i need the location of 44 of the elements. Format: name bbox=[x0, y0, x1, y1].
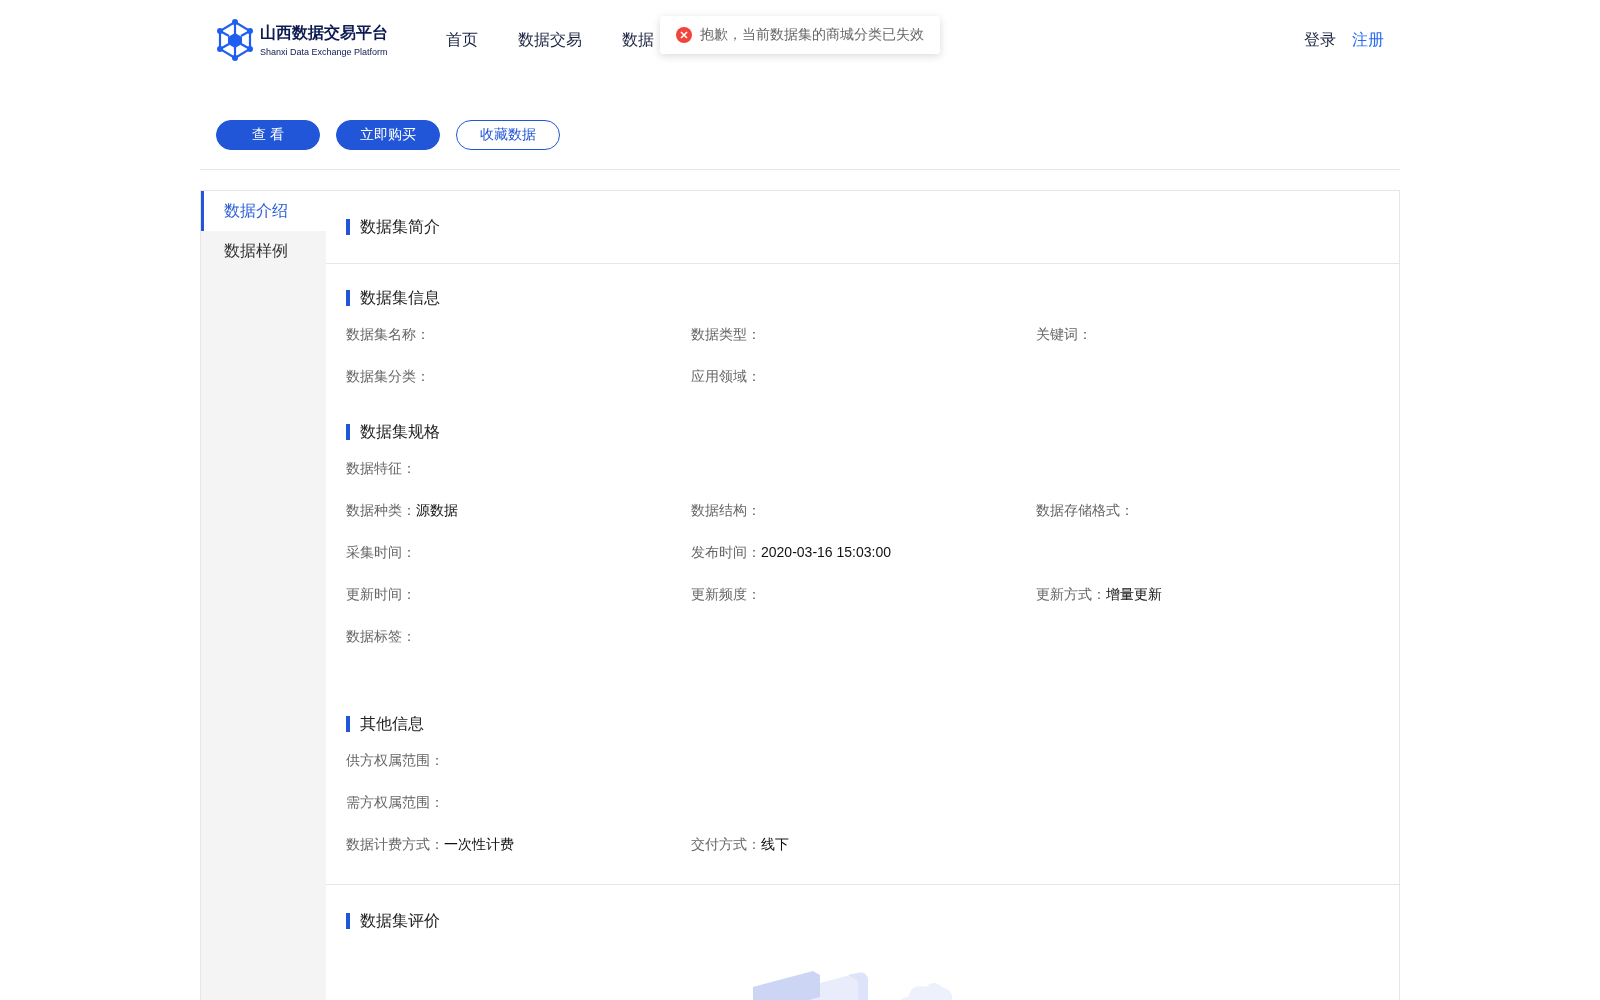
sidebar-tab[interactable]: 数据介绍 bbox=[201, 191, 326, 231]
section-marker bbox=[346, 219, 350, 235]
error-close-icon bbox=[676, 27, 692, 43]
field-text: 交付方式：线下 bbox=[691, 836, 790, 854]
field-text: 数据标签： bbox=[346, 628, 417, 646]
field-text: 采集时间： bbox=[346, 544, 417, 562]
action-button[interactable]: 立即购买 bbox=[336, 120, 440, 150]
section-title: 数据集简介 bbox=[360, 216, 440, 237]
action-button[interactable]: 查 看 bbox=[216, 120, 320, 150]
section-title: 数据集评价 bbox=[360, 910, 440, 931]
hexagon-network-logo-icon bbox=[216, 19, 254, 61]
field-text: 需方权属范围： bbox=[346, 794, 445, 812]
sidebar-tab[interactable]: 数据样例 bbox=[201, 231, 326, 271]
section-marker bbox=[346, 913, 350, 929]
field-text: 更新方式：增量更新 bbox=[1036, 586, 1163, 604]
field-text: 数据结构： bbox=[691, 502, 762, 520]
toast-message: 抱歉，当前数据集的商城分类已失效 bbox=[700, 26, 924, 44]
field-text: 数据集名称： bbox=[346, 326, 431, 344]
register-link[interactable]: 注册 bbox=[1352, 29, 1384, 51]
section-marker bbox=[346, 424, 350, 440]
logo-subtitle: Shanxi Data Exchange Platform bbox=[260, 47, 388, 57]
field-text: 关键词： bbox=[1036, 326, 1093, 344]
field-text: 更新时间： bbox=[346, 586, 417, 604]
field-text: 数据种类：源数据 bbox=[346, 502, 459, 520]
login-link[interactable]: 登录 bbox=[1304, 29, 1336, 51]
field-text: 数据计费方式：一次性计费 bbox=[346, 836, 515, 854]
nav-link[interactable]: 数据 bbox=[622, 29, 654, 51]
field-text: 数据集分类： bbox=[346, 368, 431, 386]
action-button[interactable]: 收藏数据 bbox=[456, 120, 560, 150]
section-title: 数据集规格 bbox=[360, 421, 440, 442]
field-text: 数据类型： bbox=[691, 326, 762, 344]
section-marker bbox=[346, 716, 350, 732]
field-text: 更新频度： bbox=[691, 586, 762, 604]
field-text: 供方权属范围： bbox=[346, 752, 445, 770]
field-text: 数据存储格式： bbox=[1036, 502, 1135, 520]
section-marker bbox=[346, 290, 350, 306]
section-title: 其他信息 bbox=[360, 713, 424, 734]
nav-link[interactable]: 数据交易 bbox=[518, 29, 582, 51]
field-text: 应用领域： bbox=[691, 368, 762, 386]
logo-title: 山西数据交易平台 bbox=[260, 23, 388, 43]
section-title: 数据集信息 bbox=[360, 287, 440, 308]
field-text: 发布时间：2020-03-16 15:03:00 bbox=[691, 544, 892, 562]
field-text: 数据特征： bbox=[346, 460, 417, 478]
nav-link[interactable]: 首页 bbox=[446, 29, 478, 51]
